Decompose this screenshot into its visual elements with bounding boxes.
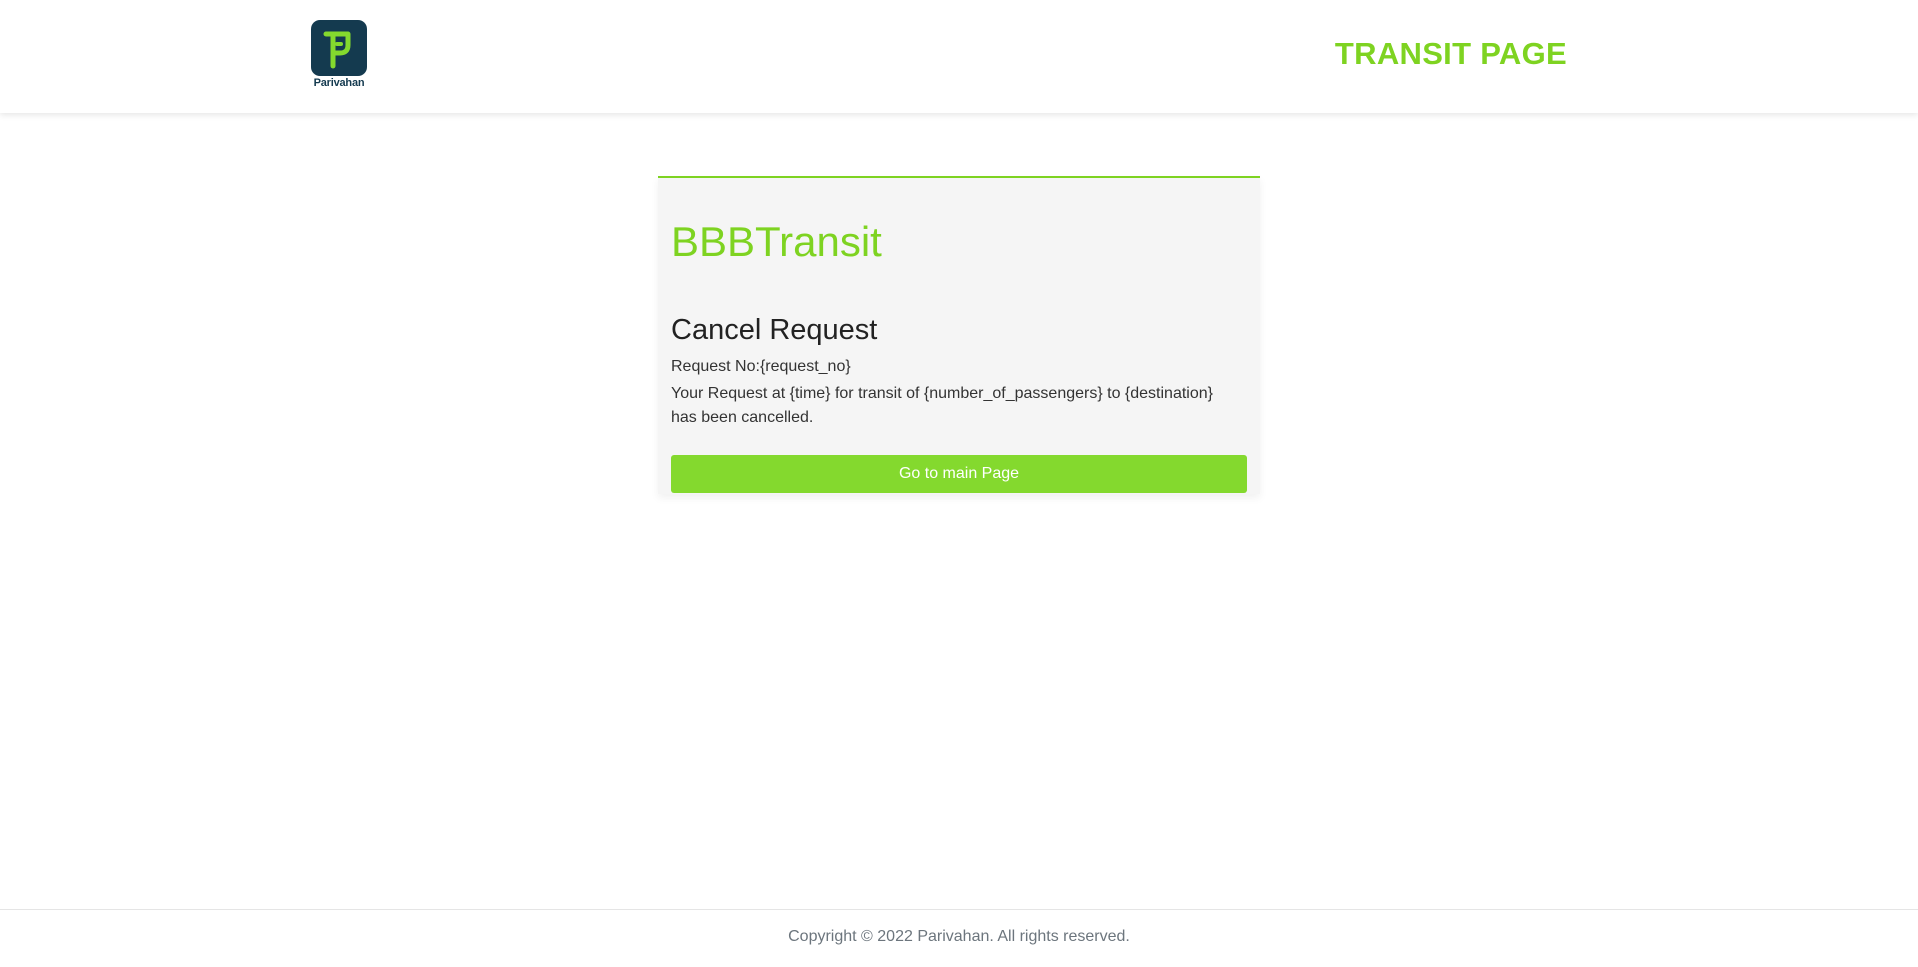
- request-number: Request No:{request_no}: [671, 358, 851, 375]
- site-footer: Copyright © 2022 Parivahan. All rights r…: [0, 909, 1918, 967]
- logo-text: Parivahan: [313, 77, 365, 89]
- cancel-request-card: BBBTransit Cancel Request Request No:{re…: [658, 176, 1260, 494]
- brand-name: BBBTransit: [671, 218, 882, 265]
- parivahan-logo[interactable]: Parivahan: [310, 20, 368, 92]
- page-title: TRANSIT PAGE: [1334, 36, 1567, 71]
- go-to-main-page-button[interactable]: Go to main Page: [671, 455, 1247, 493]
- cancellation-message: Your Request at {time} for transit of {n…: [671, 385, 1213, 426]
- site-header: Parivahan TRANSIT PAGE: [0, 0, 1918, 113]
- card-heading: Cancel Request: [671, 314, 878, 346]
- parivahan-logo-icon: [311, 20, 367, 76]
- copyright-text: Copyright © 2022 Parivahan. All rights r…: [788, 928, 1130, 945]
